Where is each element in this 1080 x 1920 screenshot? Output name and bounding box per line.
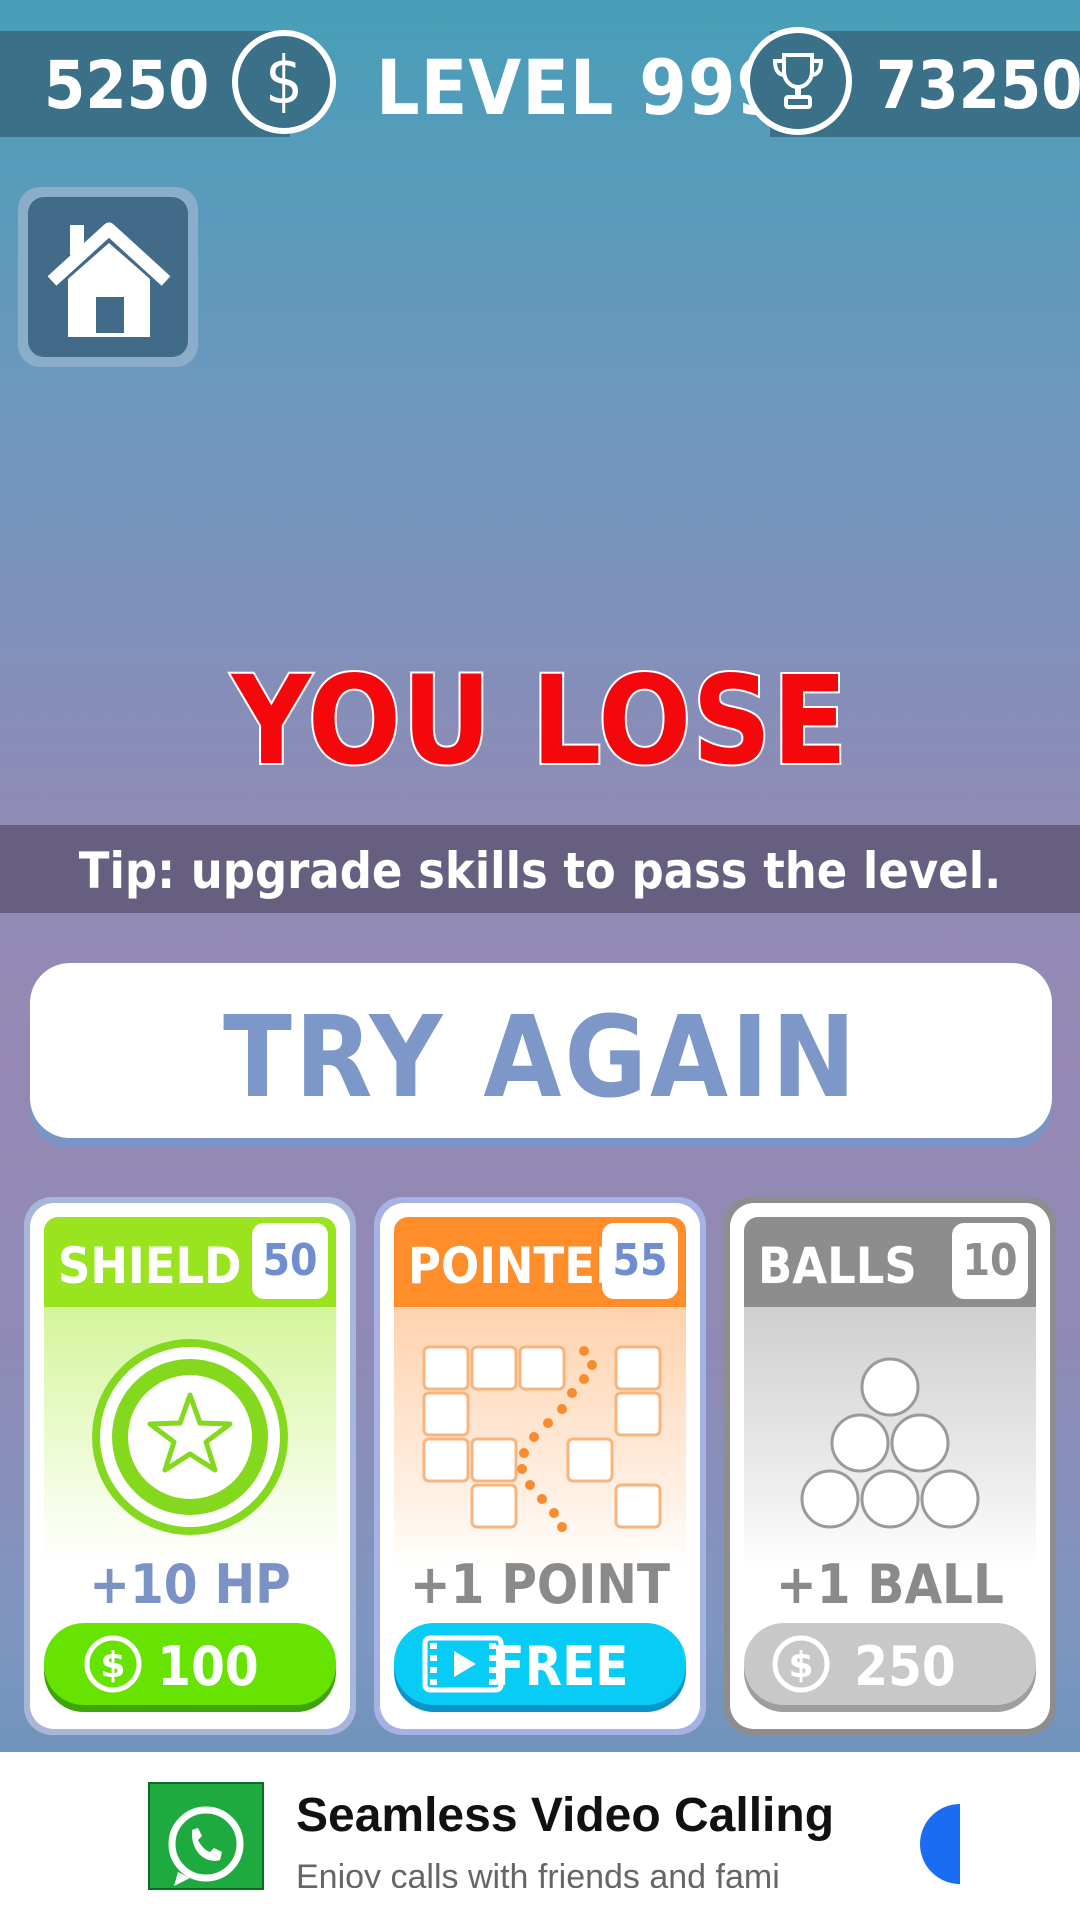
ad-cta-icon[interactable] — [920, 1804, 960, 1884]
pointer-watch-ad-button[interactable]: FREE — [394, 1623, 686, 1705]
home-button-face — [28, 197, 188, 357]
pointer-title: POINTER — [408, 1237, 630, 1295]
try-again-label: TRY AGAIN — [223, 993, 859, 1123]
home-button[interactable] — [18, 187, 198, 367]
home-icon — [47, 222, 171, 337]
try-again-button[interactable]: TRY AGAIN — [30, 963, 1052, 1138]
shield-card-body — [44, 1307, 336, 1567]
balls-gain: +1 BALL — [776, 1553, 1004, 1616]
balls-level: 10 — [952, 1223, 1028, 1299]
shield-title: SHIELD — [58, 1237, 242, 1295]
shield-buy-button[interactable]: $ 100 — [44, 1623, 336, 1705]
tip-banner: Tip: upgrade skills to pass the level. — [0, 825, 1080, 913]
ad-subtitle: Enjoy calls with friends and fami — [296, 1858, 780, 1888]
pointer-gain: +1 POINT — [409, 1553, 671, 1616]
shield-card-header: SHIELD 50 — [44, 1217, 336, 1307]
top-hud: 5250 $ LEVEL 999 73250 — [0, 27, 1080, 140]
coin-count: 5250 — [44, 47, 210, 124]
ad-title: Seamless Video Calling — [296, 1789, 835, 1842]
balls-pyramid-icon — [800, 1357, 980, 1529]
balls-card-header: BALLS 10 — [744, 1217, 1036, 1307]
shield-gain: +10 HP — [89, 1553, 291, 1616]
pointer-level: 55 — [602, 1223, 678, 1299]
pointer-card-header: POINTER 55 — [394, 1217, 686, 1307]
tip-text: Tip: upgrade skills to pass the level. — [78, 842, 1002, 900]
score-count: 73250 — [876, 47, 1080, 124]
balls-card[interactable]: BALLS 10 +1 BALL $ 250 — [730, 1203, 1050, 1729]
pointer-price: FREE — [491, 1635, 629, 1698]
shield-price: 100 — [157, 1635, 259, 1698]
whatsapp-logo-icon — [148, 1782, 264, 1890]
balls-price: 250 — [854, 1635, 956, 1698]
shield-star-icon — [92, 1339, 288, 1535]
balls-title: BALLS — [758, 1237, 917, 1295]
shield-level: 50 — [252, 1223, 328, 1299]
pointer-card[interactable]: POINTER 55 +1 POINT FREE — [380, 1203, 700, 1729]
pointer-card-body — [394, 1307, 686, 1567]
dollar-coin-icon: $ — [232, 30, 336, 134]
level-label: LEVEL 999 — [376, 43, 786, 132]
you-lose-title: YOU LOSE — [230, 648, 850, 794]
balls-card-body — [744, 1307, 1036, 1567]
shield-card[interactable]: SHIELD 50 +10 HP $ 100 — [30, 1203, 350, 1729]
balls-buy-button[interactable]: $ 250 — [744, 1623, 1036, 1705]
trophy-icon — [744, 27, 852, 135]
pointer-bricks-icon — [422, 1345, 662, 1532]
ad-banner[interactable]: Seamless Video Calling Enjoy calls with … — [0, 1752, 1080, 1920]
